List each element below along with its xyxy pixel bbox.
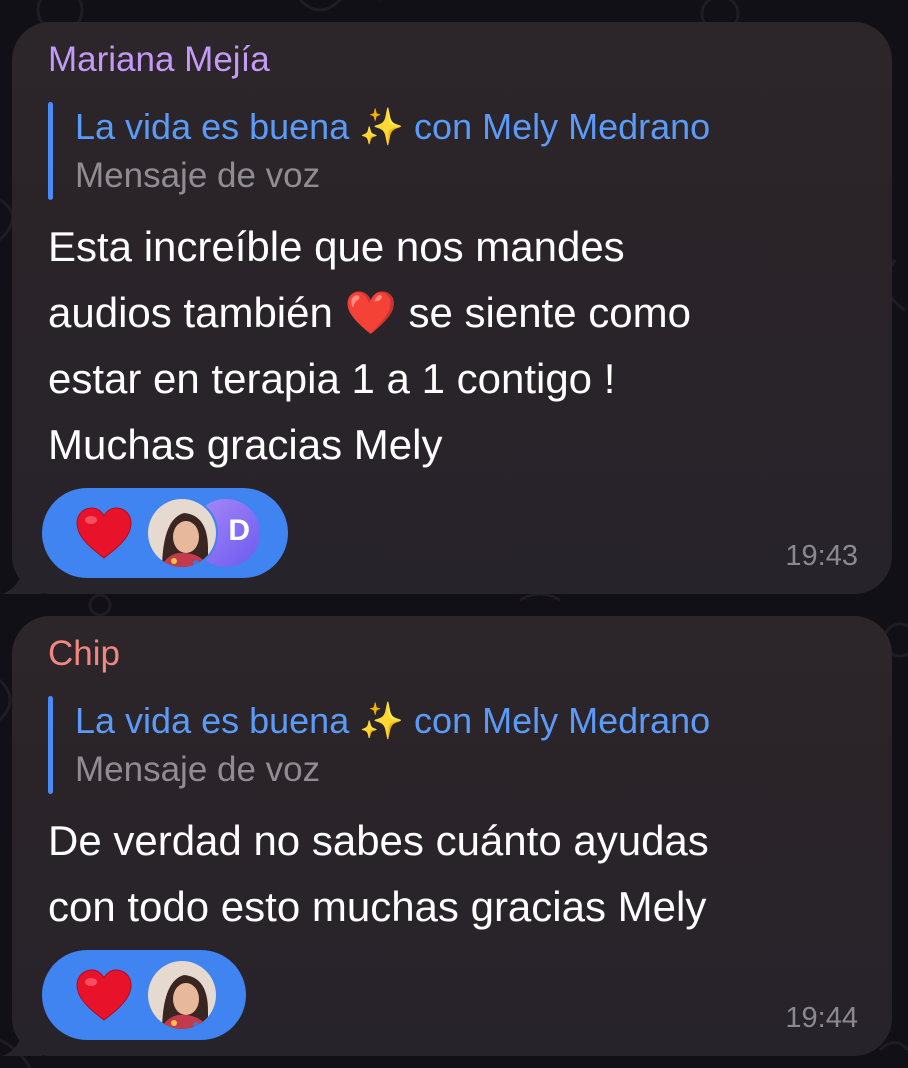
avatar-initial: D: [228, 514, 250, 547]
reply-accent-bar: [48, 102, 53, 200]
bubble-tail: [2, 1016, 42, 1056]
message-line: audios también ❤️ se siente como: [48, 289, 691, 336]
message-text: De verdad no sabes cuánto ayudas con tod…: [48, 808, 878, 940]
reply-accent-bar: [48, 696, 53, 794]
message-bubble[interactable]: Mariana Mejía La vida es buena ✨ con Mel…: [2, 22, 892, 594]
message-text: Esta increíble que nos mandes audios tam…: [48, 214, 878, 478]
reply-subtitle: Mensaje de voz: [75, 750, 321, 789]
message-line: con todo esto muchas gracias Mely: [48, 883, 707, 930]
reply-preview[interactable]: La vida es buena ✨ con Mely Medrano Mens…: [48, 696, 868, 794]
message-bubble[interactable]: Chip La vida es buena ✨ con Mely Medrano…: [2, 616, 892, 1056]
reaction-pill[interactable]: [42, 950, 246, 1040]
message-line: Esta increíble que nos mandes: [48, 223, 625, 270]
message-time: 19:44: [785, 1002, 858, 1034]
message-line: estar en terapia 1 a 1 contigo !: [48, 355, 616, 402]
reply-subtitle: Mensaje de voz: [75, 156, 321, 195]
avatar-photo: [148, 961, 216, 1029]
reply-title: La vida es buena ✨ con Mely Medrano: [75, 700, 711, 741]
bubble-tail: [2, 554, 42, 594]
sender-name[interactable]: Mariana Mejía: [48, 40, 270, 80]
message-line: De verdad no sabes cuánto ayudas: [48, 817, 709, 864]
heart-icon: [76, 969, 132, 1021]
avatar: [146, 497, 218, 569]
avatar: [146, 959, 218, 1031]
reply-title: La vida es buena ✨ con Mely Medrano: [75, 106, 711, 147]
message-line: Muchas gracias Mely: [48, 421, 443, 468]
sender-name[interactable]: Chip: [48, 634, 120, 674]
reply-preview[interactable]: La vida es buena ✨ con Mely Medrano Mens…: [48, 102, 868, 200]
message-time: 19:43: [785, 540, 858, 572]
heart-icon: [76, 507, 132, 559]
reaction-pill[interactable]: D: [42, 488, 288, 578]
